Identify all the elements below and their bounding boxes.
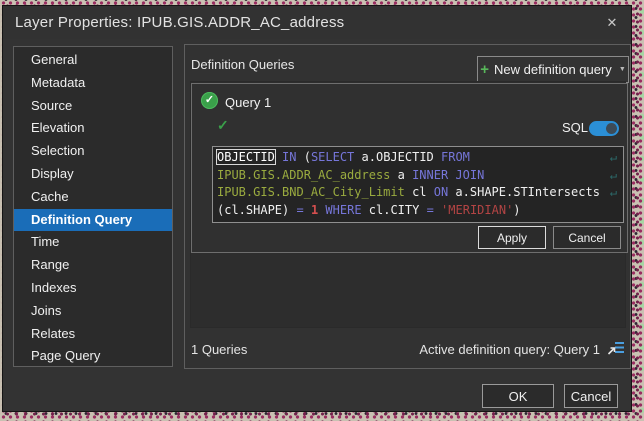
sidebar-item-indexes[interactable]: Indexes: [14, 277, 172, 300]
active-query-label: Active definition query: Query 1: [419, 341, 600, 357]
query-title: Query 1: [225, 95, 272, 110]
sql-toggle[interactable]: [589, 121, 619, 136]
sidebar-item-selection[interactable]: Selection: [14, 140, 172, 163]
query-cancel-button[interactable]: Cancel: [553, 226, 621, 249]
chevron-down-icon: ▼: [618, 66, 626, 73]
valid-check-icon: ✓: [217, 117, 229, 133]
sql-toggle-knob: [606, 123, 617, 134]
panel-title: Definition Queries: [191, 57, 295, 72]
close-icon[interactable]: ✕: [599, 6, 625, 39]
sidebar-item-display[interactable]: Display: [14, 163, 172, 186]
sidebar-item-page-query[interactable]: Page Query: [14, 345, 172, 366]
sidebar-item-definition-query[interactable]: Definition Query: [14, 208, 172, 232]
new-definition-query-label: New definition query: [494, 62, 612, 77]
sql-expression-editor[interactable]: OBJECTID IN (SELECT a.OBJECTID FROM ↵ IPUB…: [212, 146, 624, 223]
new-definition-query-button[interactable]: + New definition query ▼: [477, 56, 629, 83]
query-card[interactable]: ✓ Query 1 ✓ SQL OBJECTID IN (SELECT a.OB…: [191, 83, 628, 253]
go-to-active-query-icon[interactable]: [606, 339, 626, 359]
sidebar-item-relates[interactable]: Relates: [14, 323, 172, 346]
sql-line: OBJECTID IN (SELECT a.OBJECTID FROM ↵: [217, 149, 619, 167]
dialog-titlebar[interactable]: Layer Properties: IPUB.GIS.ADDR_AC_addre…: [3, 6, 631, 39]
sidebar-item-range[interactable]: Range: [14, 254, 172, 277]
sql-line: (cl.SHAPE) = 1 WHERE cl.CITY = 'MERIDIAN…: [217, 202, 521, 217]
sidebar-item-general[interactable]: General: [14, 49, 172, 72]
layer-properties-dialog: Layer Properties: IPUB.GIS.ADDR_AC_addre…: [2, 5, 632, 412]
sidebar-item-joins[interactable]: Joins: [14, 300, 172, 323]
sidebar-item-elevation[interactable]: Elevation: [14, 117, 172, 140]
sidebar-item-metadata[interactable]: Metadata: [14, 72, 172, 95]
dialog-title: Layer Properties: IPUB.GIS.ADDR_AC_addre…: [15, 14, 345, 31]
sidebar-nav: General Metadata Source Elevation Selection D…: [13, 46, 173, 367]
line-wrap-icon: ↵: [609, 150, 617, 164]
sql-line: IPUB.GIS.BND_AC_City_Limit cl ON a.SHAPE…: [217, 184, 619, 202]
active-query-status: Active definition query: Query 1: [419, 339, 626, 359]
plus-icon: +: [480, 61, 490, 78]
line-wrap-icon: ↵: [609, 185, 617, 199]
ok-button[interactable]: OK: [482, 384, 554, 408]
line-wrap-icon: ↵: [609, 167, 617, 182]
sidebar-item-source[interactable]: Source: [14, 95, 172, 118]
queries-count: 1 Queries: [191, 342, 248, 357]
sidebar-item-time[interactable]: Time: [14, 231, 172, 254]
sql-line: IPUB.GIS.ADDR_AC_address a INNER JOIN ↵: [217, 167, 619, 185]
query-valid-circle-check-icon: ✓: [201, 92, 218, 109]
sql-mode-label: SQL: [562, 120, 589, 135]
sidebar-item-cache[interactable]: Cache: [14, 186, 172, 209]
cancel-button[interactable]: Cancel: [564, 384, 618, 408]
map-background: Layer Properties: IPUB.GIS.ADDR_AC_addre…: [0, 0, 644, 421]
definition-query-panel: Definition Queries + New definition quer…: [184, 44, 631, 369]
apply-button[interactable]: Apply: [478, 226, 546, 249]
